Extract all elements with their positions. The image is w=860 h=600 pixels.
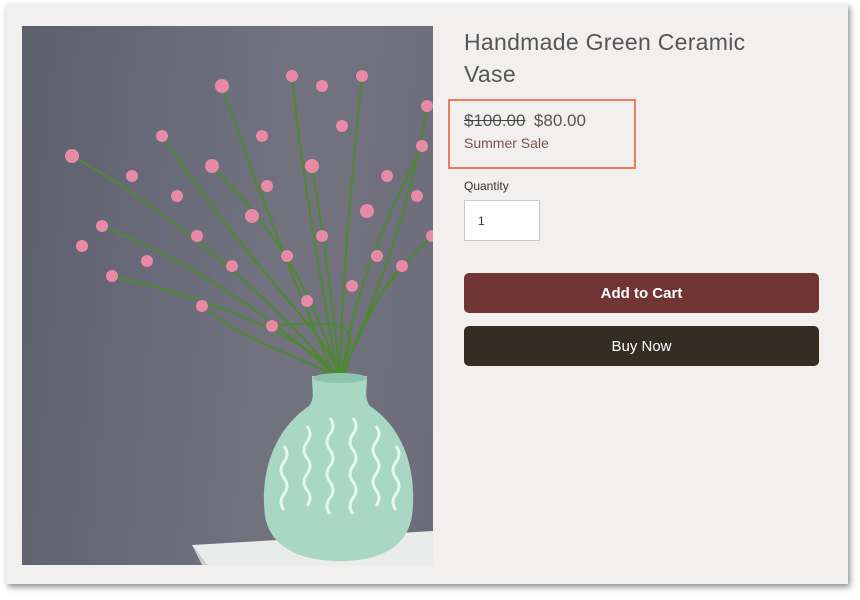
sale-price: $80.00 [533, 111, 586, 130]
price-row: $100.00 $80.00 [464, 111, 586, 131]
original-price: $100.00 [464, 111, 526, 130]
price-highlight-box: $100.00 $80.00 Summer Sale [448, 99, 636, 169]
quantity-label: Quantity [464, 179, 509, 193]
sale-label: Summer Sale [464, 135, 549, 151]
product-image[interactable] [22, 26, 433, 565]
vase-with-flowers-illustration [65, 70, 433, 565]
quantity-input[interactable] [464, 200, 540, 241]
product-page: Handmade Green Ceramic Vase $100.00 $80.… [6, 4, 848, 584]
add-to-cart-button[interactable]: Add to Cart [464, 273, 819, 313]
buy-now-button[interactable]: Buy Now [464, 326, 819, 366]
product-title: Handmade Green Ceramic Vase [464, 29, 746, 87]
